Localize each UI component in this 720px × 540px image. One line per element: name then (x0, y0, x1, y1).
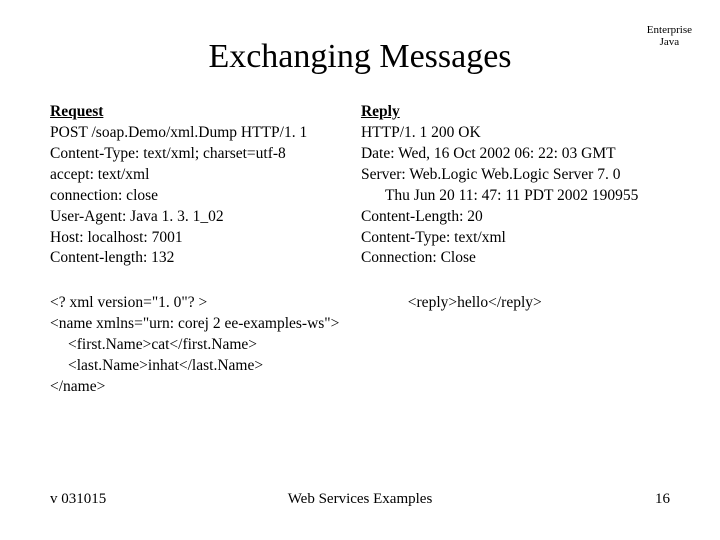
footer: v 031015 Web Services Examples 16 (50, 491, 670, 508)
xml-request-column: <? xml version="1. 0"? > <name xmlns="ur… (50, 293, 378, 398)
footer-left: v 031015 (50, 491, 106, 508)
xml-line: </name> (50, 377, 378, 398)
columns: Request POST /soap.Demo/xml.Dump HTTP/1.… (50, 102, 670, 269)
corner-tag: Enterprise Java (647, 24, 692, 48)
request-line: Content-Type: text/xml; charset=utf-8 (50, 144, 331, 165)
xml-line: <? xml version="1. 0"? > (50, 293, 378, 314)
reply-line: Server: Web.Logic Web.Logic Server 7. 0 (361, 165, 670, 186)
reply-line: Connection: Close (361, 248, 670, 269)
reply-line-cont: Thu Jun 20 11: 47: 11 PDT 2002 190955 (361, 186, 670, 207)
xml-columns: <? xml version="1. 0"? > <name xmlns="ur… (50, 293, 670, 398)
reply-line: Content-Type: text/xml (361, 228, 670, 249)
reply-heading: Reply (361, 102, 670, 123)
request-line: Host: localhost: 7001 (50, 228, 331, 249)
request-line: connection: close (50, 186, 331, 207)
xml-line: <first.Name>cat</first.Name> (50, 335, 378, 356)
request-column: Request POST /soap.Demo/xml.Dump HTTP/1.… (50, 102, 331, 269)
xml-line: <last.Name>inhat</last.Name> (50, 356, 378, 377)
corner-line1: Enterprise (647, 24, 692, 36)
reply-column: Reply HTTP/1. 1 200 OK Date: Wed, 16 Oct… (361, 102, 670, 269)
reply-line: Content-Length: 20 (361, 207, 670, 228)
reply-line: HTTP/1. 1 200 OK (361, 123, 670, 144)
request-line: User-Agent: Java 1. 3. 1_02 (50, 207, 331, 228)
corner-line2: Java (647, 36, 692, 48)
request-line: Content-length: 132 (50, 248, 331, 269)
request-line: accept: text/xml (50, 165, 331, 186)
footer-right: 16 (655, 491, 670, 508)
reply-line: Date: Wed, 16 Oct 2002 06: 22: 03 GMT (361, 144, 670, 165)
slide-title: Exchanging Messages (50, 38, 670, 76)
footer-center: Web Services Examples (288, 491, 433, 508)
xml-reply-column: <reply>hello</reply> (408, 293, 670, 398)
slide: Enterprise Java Exchanging Messages Requ… (0, 0, 720, 540)
request-line: POST /soap.Demo/xml.Dump HTTP/1. 1 (50, 123, 331, 144)
xml-line: <name xmlns="urn: corej 2 ee-examples-ws… (50, 314, 378, 335)
request-heading: Request (50, 102, 331, 123)
xml-reply-line: <reply>hello</reply> (408, 293, 670, 314)
